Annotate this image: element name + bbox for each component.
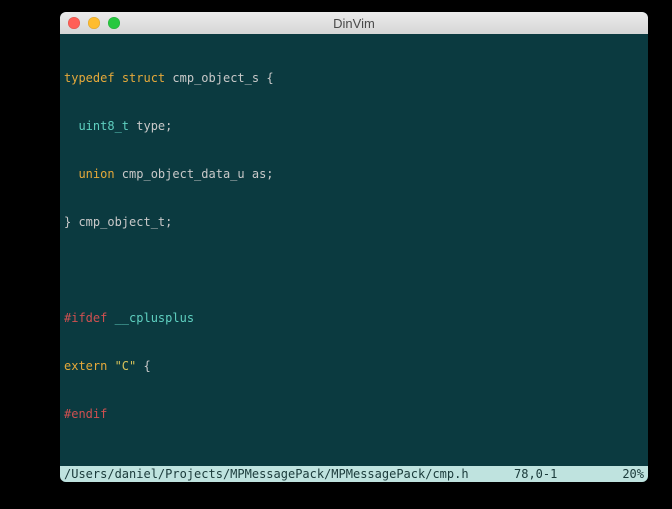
status-position: 78,0-1 <box>514 466 604 482</box>
status-percent: 20% <box>604 466 644 482</box>
code-line <box>60 262 648 278</box>
code-line: #endif <box>60 406 648 422</box>
app-window: DinVim typedef struct cmp_object_s { uin… <box>60 12 648 482</box>
minimize-icon[interactable] <box>88 17 100 29</box>
code-line: union cmp_object_data_u as; <box>60 166 648 182</box>
code-line: uint8_t type; <box>60 118 648 134</box>
code-line <box>60 454 648 466</box>
field: cmp_object_data_u as; <box>115 167 274 181</box>
brace: { <box>136 359 150 373</box>
type-uint8: uint8_t <box>78 119 129 133</box>
pp-endif: #endif <box>64 407 107 421</box>
field: type; <box>129 119 172 133</box>
code-line: } cmp_object_t; <box>60 214 648 230</box>
code-line: extern "C" { <box>60 358 648 374</box>
zoom-icon[interactable] <box>108 17 120 29</box>
status-filepath: /Users/daniel/Projects/MPMessagePack/MPM… <box>64 466 514 482</box>
traffic-lights <box>60 17 120 29</box>
status-bar: /Users/daniel/Projects/MPMessagePack/MPM… <box>60 466 648 482</box>
keyword-struct: struct <box>122 71 165 85</box>
editor-viewport[interactable]: typedef struct cmp_object_s { uint8_t ty… <box>60 34 648 466</box>
keyword-extern: extern <box>64 359 107 373</box>
struct-name: cmp_object_s { <box>165 71 273 85</box>
titlebar: DinVim <box>60 12 648 35</box>
close-icon[interactable] <box>68 17 80 29</box>
code-line: typedef struct cmp_object_s { <box>60 70 648 86</box>
code-line: #ifdef __cplusplus <box>60 310 648 326</box>
keyword-union: union <box>78 167 114 181</box>
keyword-typedef: typedef <box>64 71 115 85</box>
struct-close: } cmp_object_t; <box>64 215 172 229</box>
window-title: DinVim <box>60 16 648 31</box>
pp-symbol: __cplusplus <box>107 311 194 325</box>
string-c: "C" <box>107 359 136 373</box>
pp-ifdef: #ifdef <box>64 311 107 325</box>
